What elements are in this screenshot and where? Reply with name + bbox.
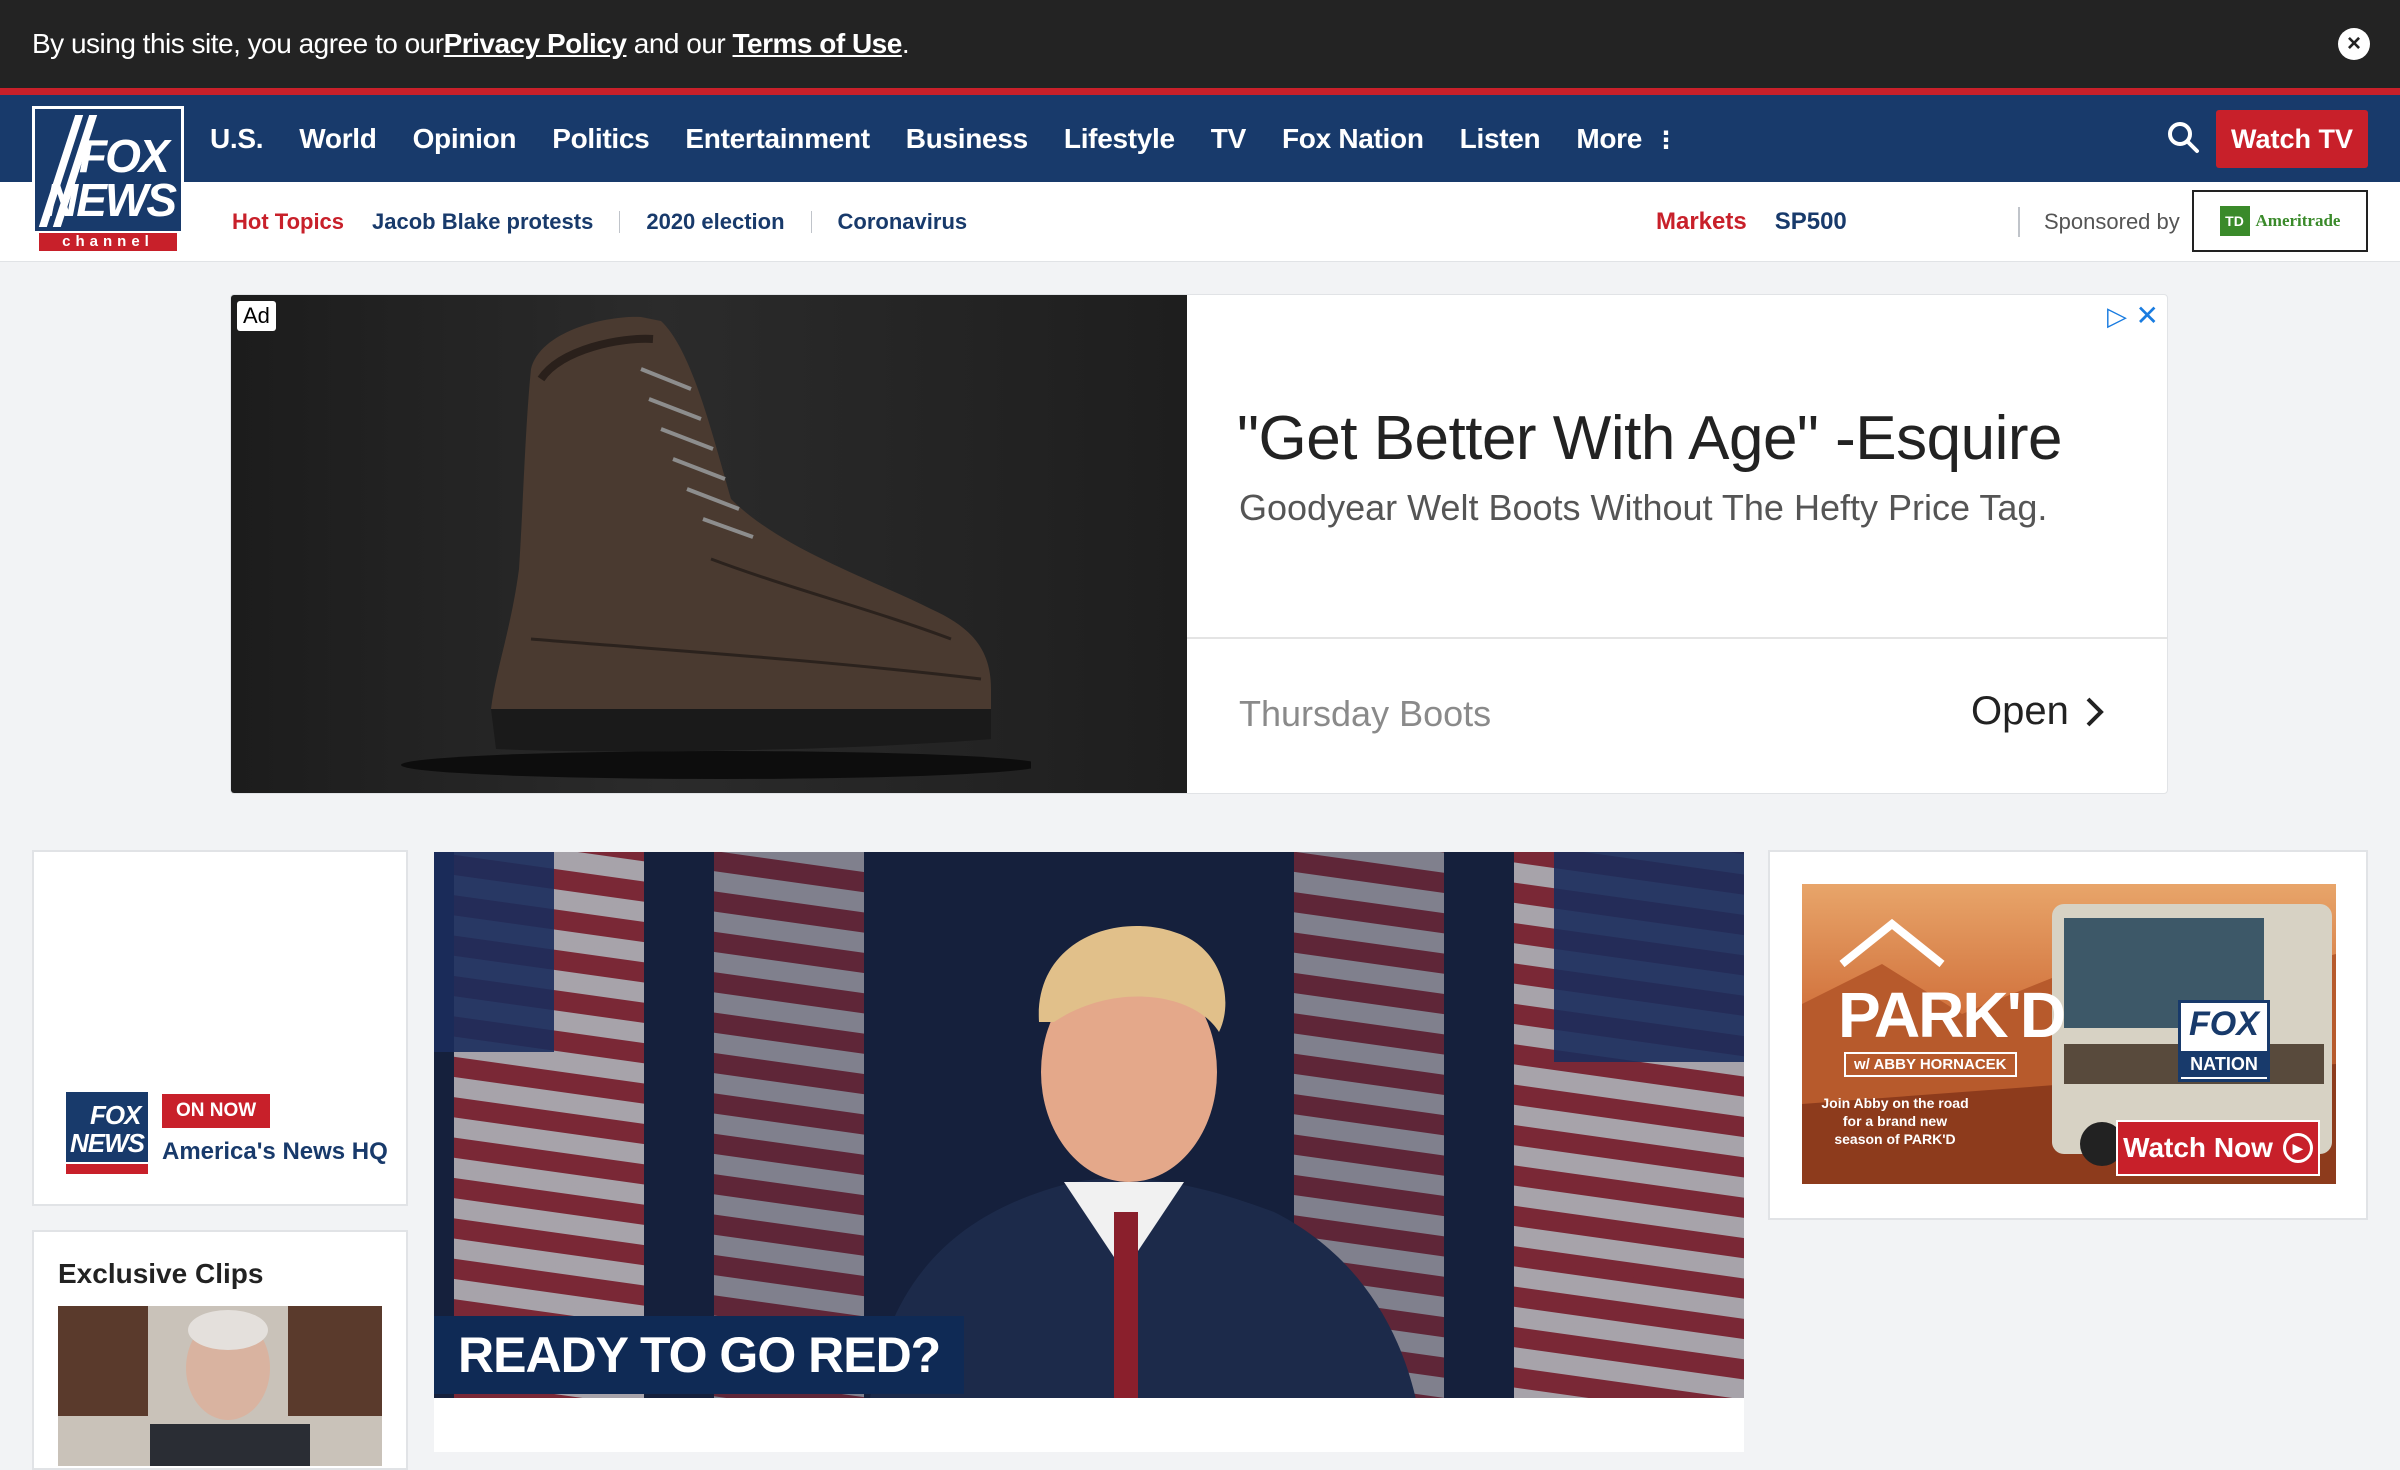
cookie-text-middle: and our <box>626 28 733 59</box>
sponsor-name: Ameritrade <box>2255 211 2341 230</box>
hero-caption-bar <box>434 1398 1744 1452</box>
chevron-right-icon <box>2086 697 2104 726</box>
logo-channel-text: channel <box>39 233 177 251</box>
fox-news-logo[interactable]: FOX NEWS channel <box>32 106 184 256</box>
search-icon[interactable] <box>2166 120 2200 154</box>
red-divider <box>0 88 2400 95</box>
nav-item-world[interactable]: World <box>299 123 377 155</box>
main-nav-links: U.S. World Opinion Politics Entertainmen… <box>210 95 1714 182</box>
exclusive-clips-card: Exclusive Clips <box>32 1230 408 1470</box>
nav-more-label: More <box>1576 122 1643 154</box>
hot-topic-link[interactable]: Coronavirus <box>838 209 968 235</box>
nav-item-tv[interactable]: TV <box>1211 123 1246 155</box>
ad-brand: Thursday Boots <box>1239 693 1492 734</box>
clip-thumbnail-image <box>58 1306 382 1466</box>
cookie-text-suffix: . <box>901 28 910 59</box>
ad-subline: Goodyear Welt Boots Without The Hefty Pr… <box>1239 487 2048 528</box>
hero-story[interactable]: READY TO GO RED? <box>434 852 1744 1452</box>
clip-thumbnail[interactable] <box>58 1306 382 1466</box>
ad-divider <box>1187 637 2167 639</box>
cookie-text-prefix: By using this site, you agree to our <box>32 28 444 59</box>
fox-nation-logo-fox: FOX <box>2189 1005 2259 1043</box>
hero-tag[interactable]: READY TO GO RED? <box>434 1316 965 1394</box>
nav-item-politics[interactable]: Politics <box>552 123 649 155</box>
ad-open-label: Open <box>1971 689 2069 733</box>
fox-nation-logo-nation: NATION <box>2181 1051 2267 1077</box>
ad-choices-icon[interactable]: ▷ <box>2107 301 2127 332</box>
nav-item-listen[interactable]: Listen <box>1460 123 1541 155</box>
promo-title: PARK'D <box>1838 979 2066 1051</box>
nav-item-us[interactable]: U.S. <box>210 123 264 155</box>
play-icon: ▶ <box>2282 1133 2313 1163</box>
hot-topics-label: Hot Topics <box>232 209 345 234</box>
privacy-policy-link[interactable]: Privacy Policy <box>444 28 627 60</box>
sponsor-divider <box>2018 207 2020 237</box>
nav-item-opinion[interactable]: Opinion <box>413 123 517 155</box>
on-now-badge: ON NOW <box>162 1094 271 1128</box>
ad-image[interactable]: Ad <box>231 295 1187 793</box>
parkd-promo[interactable]: PARK'D w/ ABBY HORNACEK Join Abby on the… <box>1802 884 2336 1184</box>
nav-item-business[interactable]: Business <box>906 123 1028 155</box>
logo-news-text: NEWS <box>45 174 177 226</box>
sponsor-logo[interactable]: TD Ameritrade <box>2192 190 2368 252</box>
sponsor-label-wrap: Sponsored by <box>2018 182 2180 262</box>
on-now-show-title[interactable]: America's News HQ <box>162 1138 388 1166</box>
cookie-banner: By using this site, you agree to our Pri… <box>0 0 2400 88</box>
watch-now-label: Watch Now <box>2123 1132 2273 1163</box>
nav-item-fox-nation[interactable]: Fox Nation <box>1282 123 1424 155</box>
td-logo-icon: TD <box>2219 206 2250 236</box>
on-now-card[interactable]: FOX NEWS ON NOW America's News HQ <box>32 850 408 1206</box>
terms-of-use-link[interactable]: Terms of Use <box>733 28 903 60</box>
promo-card[interactable]: PARK'D w/ ABBY HORNACEK Join Abby on the… <box>1768 850 2368 1220</box>
hot-topics: Hot Topics Jacob Blake protests 2020 ele… <box>232 182 967 262</box>
nav-item-more[interactable]: More ⋮ <box>1576 122 1678 155</box>
fox-news-mini-logo: FOX NEWS <box>66 1092 148 1174</box>
watch-tv-button[interactable]: Watch TV <box>2216 110 2368 168</box>
market-index-link[interactable]: SP500 <box>1775 208 1847 236</box>
mini-logo-news-text: NEWS <box>70 1128 145 1158</box>
markets-ticker: Markets SP500 <box>1656 182 1847 262</box>
ad-open-button[interactable]: Open <box>1971 689 2105 734</box>
fox-nation-logo: FOX NATION <box>2178 1000 2270 1082</box>
ad-badge: Ad <box>237 301 276 331</box>
hot-topic-link[interactable]: Jacob Blake protests <box>372 209 593 235</box>
ad-close-icon[interactable]: ✕ <box>2136 299 2159 332</box>
boot-image <box>401 316 1031 779</box>
promo-description: Join Abby on the road for a brand new se… <box>1821 1095 1969 1147</box>
nav-item-lifestyle[interactable]: Lifestyle <box>1064 123 1175 155</box>
promo-host: w/ ABBY HORNACEK <box>1844 1052 2017 1077</box>
watch-now-button[interactable]: Watch Now ▶ <box>2116 1120 2320 1176</box>
display-ad[interactable]: Ad ▷ ✕ "Get Better With Age" -Esquire Go… <box>230 294 2168 794</box>
more-dots-icon: ⋮ <box>1654 126 1678 154</box>
topic-divider <box>619 211 621 233</box>
exclusive-clips-title: Exclusive Clips <box>58 1258 264 1289</box>
close-icon[interactable]: × <box>2338 28 2370 60</box>
hot-topic-link[interactable]: 2020 election <box>646 209 784 235</box>
ad-headline[interactable]: "Get Better With Age" -Esquire <box>1237 403 2063 474</box>
mini-logo-fox-text: FOX <box>90 1100 141 1130</box>
nav-item-entertainment[interactable]: Entertainment <box>685 123 870 155</box>
markets-label[interactable]: Markets <box>1656 208 1747 236</box>
sponsored-by-text: Sponsored by <box>2044 209 2180 234</box>
topic-divider <box>810 211 812 233</box>
